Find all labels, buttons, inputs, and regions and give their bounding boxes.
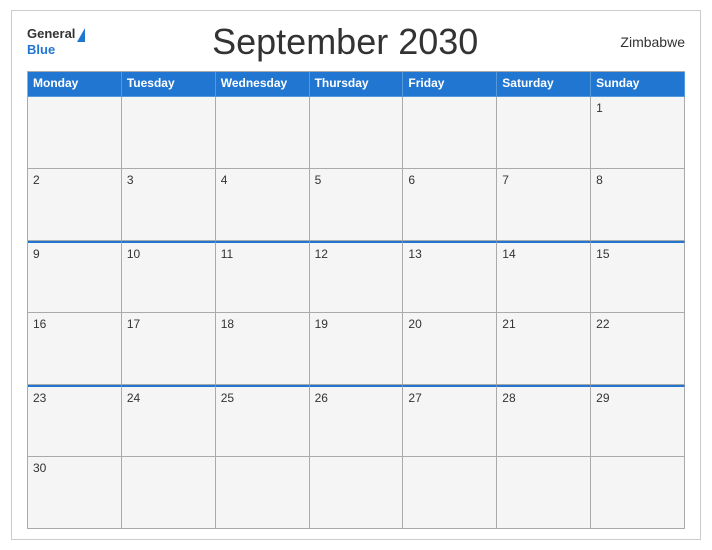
day-number-18: 18 (221, 317, 304, 331)
day-cell-18: 18 (216, 313, 310, 385)
country-label: Zimbabwe (605, 34, 685, 50)
day-number-3: 3 (127, 173, 210, 187)
day-number-22: 22 (596, 317, 679, 331)
day-number-7: 7 (502, 173, 585, 187)
day-cell-16: 16 (28, 313, 122, 385)
day-number-8: 8 (596, 173, 679, 187)
day-number-1: 1 (596, 101, 679, 115)
day-number-14: 14 (502, 247, 585, 261)
day-header-thursday: Thursday (310, 72, 404, 97)
day-number-2: 2 (33, 173, 116, 187)
day-header-saturday: Saturday (497, 72, 591, 97)
day-cell-6: 6 (403, 169, 497, 241)
day-number-16: 16 (33, 317, 116, 331)
day-cell-1: 1 (591, 97, 685, 169)
day-number-25: 25 (221, 391, 304, 405)
day-number-23: 23 (33, 391, 116, 405)
day-number-10: 10 (127, 247, 210, 261)
calendar-grid: MondayTuesdayWednesdayThursdayFridaySatu… (27, 71, 685, 529)
day-cell-empty (310, 97, 404, 169)
logo-triangle (77, 28, 85, 42)
calendar-container: General Blue September 2030 Zimbabwe Mon… (11, 10, 701, 540)
day-cell-23: 23 (28, 385, 122, 457)
day-cell-3: 3 (122, 169, 216, 241)
day-cell-4: 4 (216, 169, 310, 241)
day-header-wednesday: Wednesday (216, 72, 310, 97)
logo-line2: Blue (27, 42, 55, 58)
day-cell-empty (216, 97, 310, 169)
day-header-tuesday: Tuesday (122, 72, 216, 97)
day-cell-2: 2 (28, 169, 122, 241)
day-number-6: 6 (408, 173, 491, 187)
day-number-4: 4 (221, 173, 304, 187)
day-number-15: 15 (596, 247, 679, 261)
day-cell-14: 14 (497, 241, 591, 313)
logo-area: General Blue (27, 26, 85, 58)
day-number-19: 19 (315, 317, 398, 331)
day-number-12: 12 (315, 247, 398, 261)
day-cell-8: 8 (591, 169, 685, 241)
calendar-title: September 2030 (85, 21, 605, 63)
day-cell-25: 25 (216, 385, 310, 457)
day-cell-7: 7 (497, 169, 591, 241)
day-cell-29: 29 (591, 385, 685, 457)
day-cell-empty (497, 457, 591, 529)
day-number-24: 24 (127, 391, 210, 405)
day-cell-10: 10 (122, 241, 216, 313)
day-number-17: 17 (127, 317, 210, 331)
day-cell-20: 20 (403, 313, 497, 385)
day-cell-27: 27 (403, 385, 497, 457)
day-cell-12: 12 (310, 241, 404, 313)
day-number-28: 28 (502, 391, 585, 405)
day-number-29: 29 (596, 391, 679, 405)
day-cell-empty (497, 97, 591, 169)
day-number-13: 13 (408, 247, 491, 261)
day-cell-empty (216, 457, 310, 529)
day-number-9: 9 (33, 247, 116, 261)
day-cell-21: 21 (497, 313, 591, 385)
day-number-20: 20 (408, 317, 491, 331)
day-header-friday: Friday (403, 72, 497, 97)
day-cell-9: 9 (28, 241, 122, 313)
day-header-sunday: Sunday (591, 72, 685, 97)
day-number-5: 5 (315, 173, 398, 187)
day-cell-26: 26 (310, 385, 404, 457)
day-header-monday: Monday (28, 72, 122, 97)
day-cell-28: 28 (497, 385, 591, 457)
day-number-21: 21 (502, 317, 585, 331)
day-cell-19: 19 (310, 313, 404, 385)
day-cell-empty (591, 457, 685, 529)
logo-blue: Blue (27, 42, 55, 57)
day-cell-17: 17 (122, 313, 216, 385)
logo-line1: General (27, 26, 85, 42)
day-cell-24: 24 (122, 385, 216, 457)
day-cell-empty (403, 97, 497, 169)
day-number-30: 30 (33, 461, 116, 475)
calendar-header: General Blue September 2030 Zimbabwe (27, 21, 685, 63)
day-cell-empty (403, 457, 497, 529)
day-cell-empty (28, 97, 122, 169)
day-cell-11: 11 (216, 241, 310, 313)
day-cell-5: 5 (310, 169, 404, 241)
day-number-11: 11 (221, 247, 304, 261)
day-number-27: 27 (408, 391, 491, 405)
day-cell-22: 22 (591, 313, 685, 385)
day-cell-15: 15 (591, 241, 685, 313)
day-number-26: 26 (315, 391, 398, 405)
day-cell-empty (122, 97, 216, 169)
day-cell-empty (310, 457, 404, 529)
day-cell-empty (122, 457, 216, 529)
day-cell-13: 13 (403, 241, 497, 313)
logo-general: General (27, 26, 75, 41)
day-cell-30: 30 (28, 457, 122, 529)
